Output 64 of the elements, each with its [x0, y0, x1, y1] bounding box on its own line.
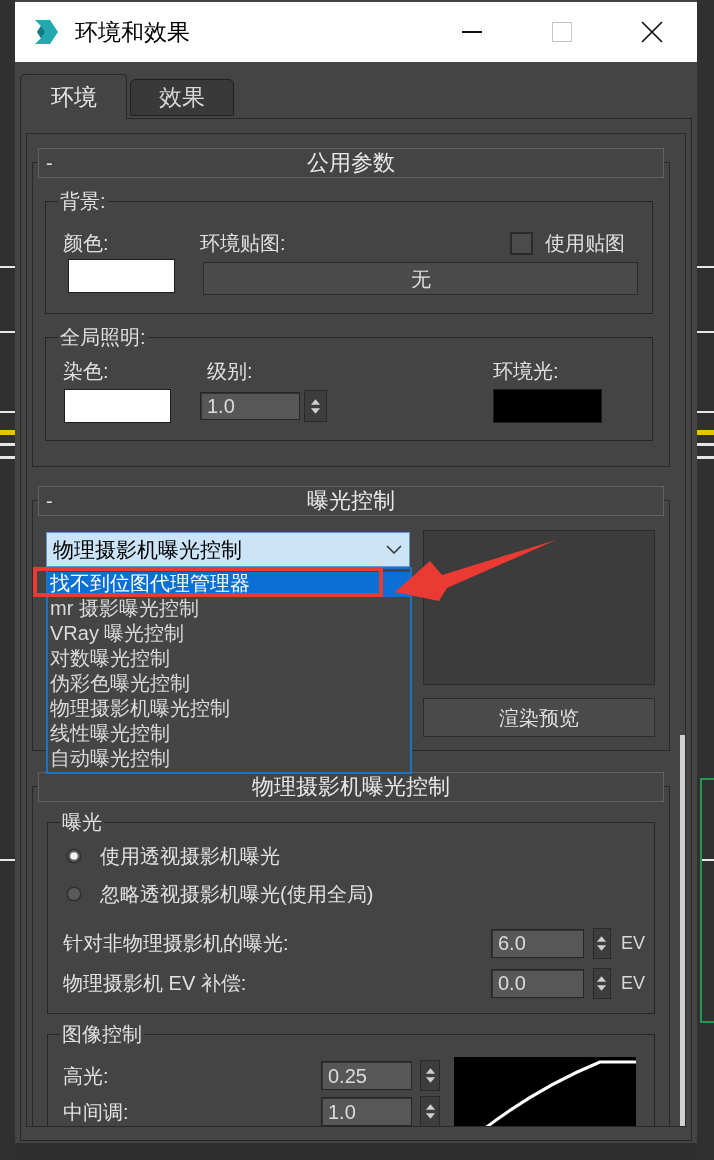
- unit-label: EV: [621, 974, 645, 992]
- chevron-down-icon: [386, 545, 402, 554]
- scrollbar-thumb[interactable]: [680, 735, 685, 1126]
- dropdown-option[interactable]: VRay 曝光控制: [48, 622, 410, 647]
- field-label: 物理摄影机 EV 补偿:: [63, 973, 247, 993]
- field-label: 针对非物理摄影机的曝光:: [63, 933, 289, 953]
- radio-button[interactable]: [66, 886, 82, 902]
- rollout-title: 物理摄影机曝光控制: [252, 776, 450, 798]
- tab[interactable]: 效果: [130, 79, 234, 116]
- unit-label: EV: [621, 934, 645, 952]
- group-label: 曝光: [61, 811, 103, 833]
- render-preview-button[interactable]: 渲染预览: [423, 698, 655, 737]
- checkbox-label[interactable]: 使用贴图: [545, 233, 625, 253]
- rollout-header[interactable]: - 公用参数: [38, 148, 664, 178]
- group-label: 背景:: [59, 190, 107, 212]
- collapse-toggle[interactable]: -: [46, 491, 53, 511]
- tab[interactable]: 环境: [20, 74, 127, 119]
- rollout-header[interactable]: 物理摄影机曝光控制: [38, 772, 664, 802]
- field-label: 级别:: [207, 361, 254, 381]
- color-swatch[interactable]: [64, 389, 171, 423]
- field-label: 染色:: [63, 361, 110, 381]
- field-label: 颜色:: [63, 233, 110, 253]
- up-down-arrows-icon: [596, 933, 608, 953]
- group-label: 全局照明:: [59, 326, 147, 348]
- rollout-title: 公用参数: [307, 152, 395, 174]
- field-label: 环境贴图:: [200, 233, 286, 253]
- spinner-button[interactable]: [420, 1060, 440, 1091]
- spinner-button[interactable]: [420, 1096, 440, 1126]
- rollout-header[interactable]: - 曝光控制: [38, 486, 664, 516]
- dropdown-option[interactable]: mr 摄影曝光控制: [48, 597, 410, 622]
- rollout-title: 曝光控制: [307, 490, 395, 512]
- checkbox[interactable]: [510, 231, 533, 255]
- dropdown-option[interactable]: 物理摄影机曝光控制: [48, 697, 410, 722]
- color-swatch[interactable]: [68, 259, 175, 293]
- up-down-arrows-icon: [424, 1066, 436, 1085]
- number-field[interactable]: 6.0: [491, 928, 584, 958]
- spinner-button[interactable]: [593, 967, 611, 999]
- window-title: 环境和效果: [75, 20, 190, 44]
- number-field[interactable]: 1.0: [321, 1097, 412, 1126]
- up-down-arrows-icon: [310, 396, 321, 416]
- close-icon: [641, 21, 663, 43]
- color-swatch[interactable]: [493, 389, 602, 423]
- map-button[interactable]: 无: [203, 262, 638, 295]
- exposure-dropdown[interactable]: 物理摄影机曝光控制: [46, 532, 410, 567]
- up-down-arrows-icon: [424, 1102, 436, 1121]
- dropdown-option[interactable]: 自动曝光控制: [48, 747, 410, 772]
- spinner-button[interactable]: [304, 390, 327, 422]
- radio-label[interactable]: 忽略透视摄影机曝光(使用全局): [100, 884, 374, 904]
- dropdown-option[interactable]: 伪彩色曝光控制: [48, 672, 410, 697]
- collapse-toggle[interactable]: -: [46, 153, 53, 173]
- radio-label[interactable]: 使用透视摄影机曝光: [100, 846, 280, 866]
- dropdown-option[interactable]: 线性曝光控制: [48, 722, 410, 747]
- field-label: 中间调:: [63, 1101, 130, 1122]
- number-field[interactable]: 1.0: [200, 392, 300, 420]
- radio-button[interactable]: [66, 848, 82, 864]
- field-label: 环境光:: [493, 361, 560, 381]
- dropdown-option[interactable]: 对数曝光控制: [48, 647, 410, 672]
- number-field[interactable]: 0.25: [321, 1061, 412, 1090]
- group-label: 图像控制: [61, 1023, 143, 1045]
- spinner-button[interactable]: [593, 927, 611, 959]
- field-label: 高光:: [63, 1065, 110, 1086]
- number-field[interactable]: 0.0: [491, 968, 584, 998]
- up-down-arrows-icon: [596, 973, 608, 993]
- minimize-icon: [462, 31, 482, 33]
